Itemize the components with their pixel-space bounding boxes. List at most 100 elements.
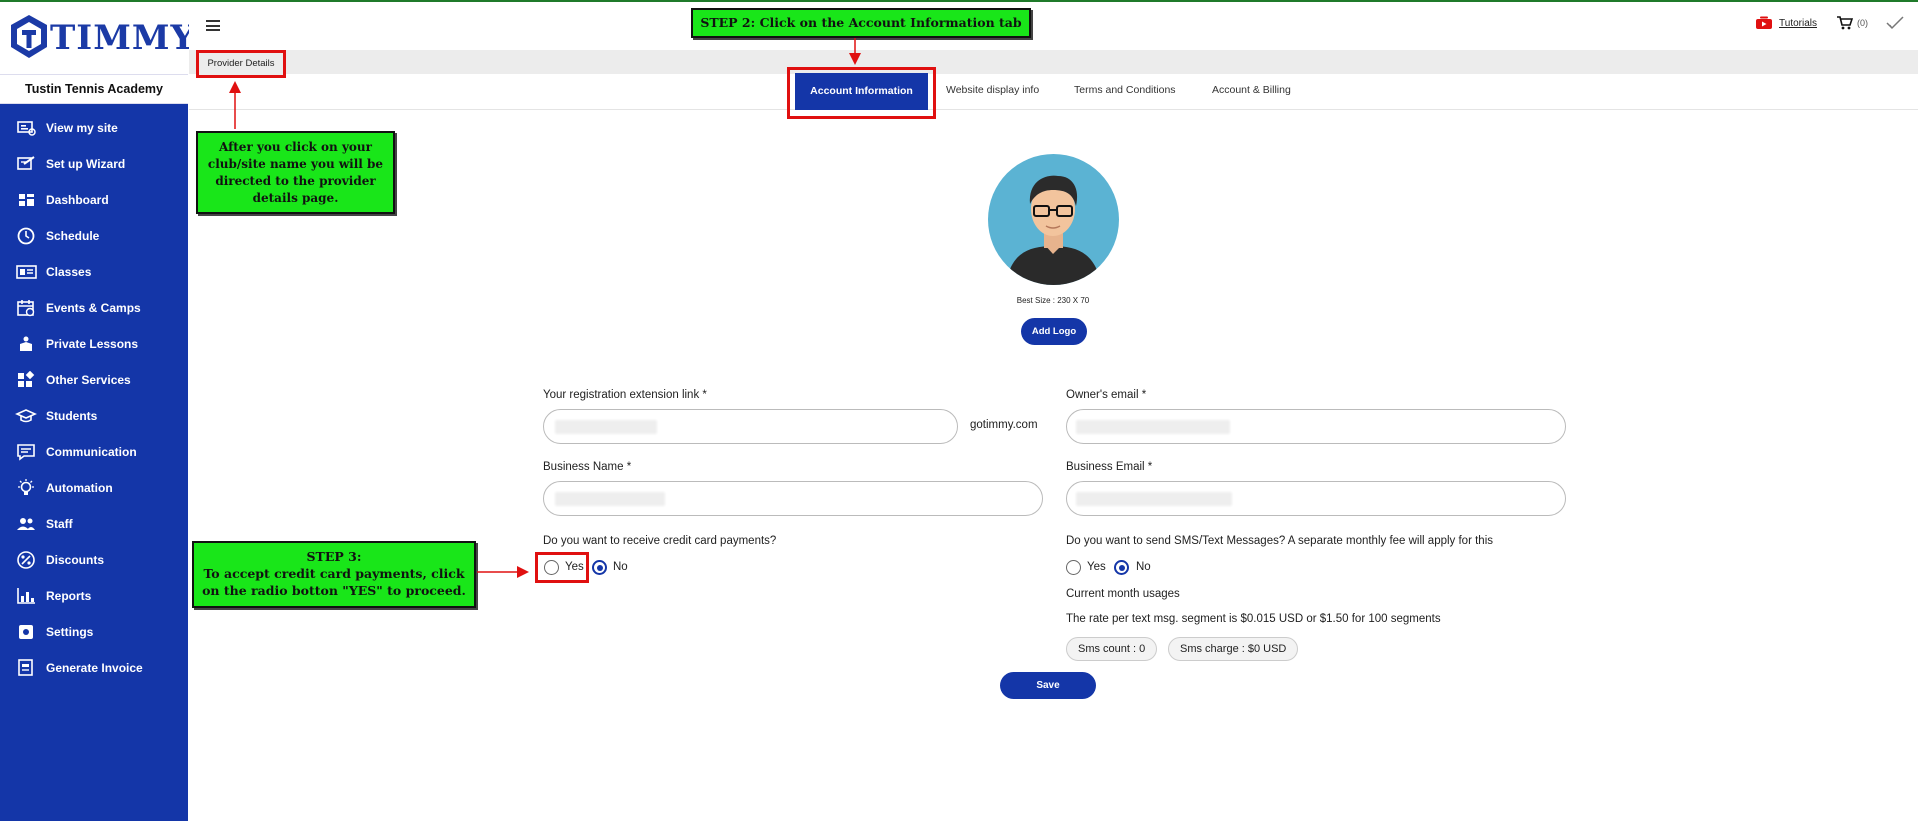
sidebar-item-view-my-site[interactable]: View my site (0, 110, 188, 146)
sidebar-item-label: Communication (46, 445, 137, 459)
private-lessons-icon (20, 336, 32, 351)
sms-no-label[interactable]: No (1136, 561, 1151, 573)
sidebar-item-generate-invoice[interactable]: Generate Invoice (0, 650, 188, 686)
step3-title: STEP 3: (306, 549, 362, 564)
gear-icon (19, 625, 33, 639)
sms-no-radio[interactable] (1114, 560, 1129, 575)
sidebar-item-label: Students (46, 409, 98, 423)
provider-note-callout: After you click on your club/site name y… (196, 131, 395, 214)
cc-question: Do you want to receive credit card payme… (543, 535, 777, 547)
lightbulb-icon (18, 479, 34, 495)
sidebar-item-label: Other Services (46, 373, 131, 387)
calendar-icon (17, 300, 35, 317)
sidebar-item-label: Staff (46, 517, 73, 531)
add-logo-button[interactable]: Add Logo (1021, 318, 1087, 345)
sms-yes-radio[interactable] (1066, 560, 1081, 575)
step3-body: To accept credit card payments, click on… (202, 566, 466, 598)
sidebar-item-automation[interactable]: Automation (0, 470, 188, 506)
sidebar-item-label: Classes (46, 265, 92, 279)
sidebar-item-classes[interactable]: Classes (0, 254, 188, 290)
best-size-hint: Best Size : 230 X 70 (1016, 296, 1090, 305)
domain-suffix: gotimmy.com (970, 419, 1038, 431)
sidebar-item-other-services[interactable]: Other Services (0, 362, 188, 398)
sms-question: Do you want to send SMS/Text Messages? A… (1066, 535, 1493, 547)
cart-count: (0) (1857, 18, 1868, 28)
wizard-icon (17, 156, 35, 170)
sms-charge-chip: Sms charge : $0 USD (1168, 637, 1299, 661)
cc-yes-label[interactable]: Yes (565, 561, 584, 573)
save-button[interactable]: Save (1000, 672, 1096, 699)
sidebar-item-label: Private Lessons (46, 337, 139, 351)
tab-website-display-info[interactable]: Website display info (946, 84, 1039, 96)
cc-no-radio[interactable] (592, 560, 607, 575)
hamburger-menu-icon[interactable] (206, 20, 220, 31)
clock-icon (17, 227, 35, 245)
logo-text: TIMMY (50, 18, 196, 58)
top-header: Tutorials (0) (189, 2, 1918, 50)
sidebar-item-private-lessons[interactable]: Private Lessons (0, 326, 188, 362)
sidebar-item-events-camps[interactable]: Events & Camps (0, 290, 188, 326)
sidebar-item-label: Events & Camps (46, 301, 141, 315)
sidebar-item-set-up-wizard[interactable]: Set up Wizard (0, 146, 188, 182)
checkmark-icon[interactable] (1886, 16, 1904, 30)
sms-count-chip: Sms count : 0 (1066, 637, 1158, 661)
sidebar-item-discounts[interactable]: Discounts (0, 542, 188, 578)
cart-icon[interactable] (1837, 16, 1853, 30)
tab-account-information[interactable]: Account Information (795, 73, 928, 110)
sidebar-item-reports[interactable]: Reports (0, 578, 188, 614)
tutorials-link[interactable]: Tutorials (1779, 18, 1817, 29)
cc-yes-radio[interactable] (544, 560, 559, 575)
services-icon (18, 371, 35, 387)
sms-yes-label[interactable]: Yes (1087, 561, 1106, 573)
sidebar-item-label: Discounts (46, 553, 105, 567)
sidebar-item-settings[interactable]: Settings (0, 614, 188, 650)
graduation-cap-icon (15, 409, 37, 423)
sidebar: TIMMY Tustin Tennis Academy View my site… (0, 2, 195, 821)
registration-link-label: Your registration extension link * (543, 389, 707, 401)
site-name[interactable]: Tustin Tennis Academy (0, 74, 188, 104)
sms-rate-text: The rate per text msg. segment is $0.015… (1066, 613, 1441, 625)
sidebar-item-label: Reports (46, 589, 92, 603)
redacted-value (555, 492, 665, 506)
owner-email-label: Owner's email * (1066, 389, 1147, 401)
invoice-icon (18, 659, 33, 676)
view-site-icon (17, 121, 36, 136)
redacted-value (1076, 492, 1232, 506)
youtube-icon[interactable] (1755, 16, 1773, 30)
tabs-divider (189, 109, 1918, 110)
current-usage-label: Current month usages (1066, 588, 1180, 600)
annotation-arrows (229, 38, 861, 578)
sidebar-item-communication[interactable]: Communication (0, 434, 188, 470)
business-email-label: Business Email * (1066, 461, 1153, 473)
avatar (988, 154, 1119, 285)
sidebar-item-dashboard[interactable]: Dashboard (0, 182, 188, 218)
redacted-value (1076, 420, 1230, 434)
tab-account-billing[interactable]: Account & Billing (1212, 84, 1291, 96)
classes-icon (16, 265, 37, 279)
sidebar-item-label: Automation (46, 481, 113, 495)
redacted-value (555, 420, 657, 434)
chat-icon (17, 444, 35, 461)
sidebar-item-students[interactable]: Students (0, 398, 188, 434)
provider-details-button[interactable]: Provider Details (196, 50, 286, 78)
percent-icon (17, 551, 35, 569)
avatar-person-icon (1006, 175, 1101, 285)
cc-no-label[interactable]: No (613, 561, 628, 573)
step2-callout: STEP 2: Click on the Account Information… (691, 8, 1031, 38)
sidebar-item-schedule[interactable]: Schedule (0, 218, 188, 254)
sidebar-item-staff[interactable]: Staff (0, 506, 188, 542)
chart-icon (17, 588, 35, 604)
provider-bar (189, 50, 1918, 74)
sidebar-nav: View my site Set up Wizard Dashboard Schedu… (0, 110, 188, 686)
sidebar-item-label: Generate Invoice (46, 661, 143, 675)
tab-terms-and-conditions[interactable]: Terms and Conditions (1074, 84, 1176, 96)
sidebar-item-label: Schedule (46, 229, 100, 243)
business-name-label: Business Name * (543, 461, 632, 473)
sidebar-item-label: Dashboard (46, 193, 109, 207)
sidebar-item-label: Settings (46, 625, 94, 639)
staff-icon (17, 518, 35, 530)
dashboard-icon (19, 194, 34, 206)
sidebar-item-label: View my site (46, 121, 118, 135)
step3-callout: STEP 3: To accept credit card payments, … (192, 541, 476, 608)
logo[interactable]: TIMMY (0, 2, 195, 74)
